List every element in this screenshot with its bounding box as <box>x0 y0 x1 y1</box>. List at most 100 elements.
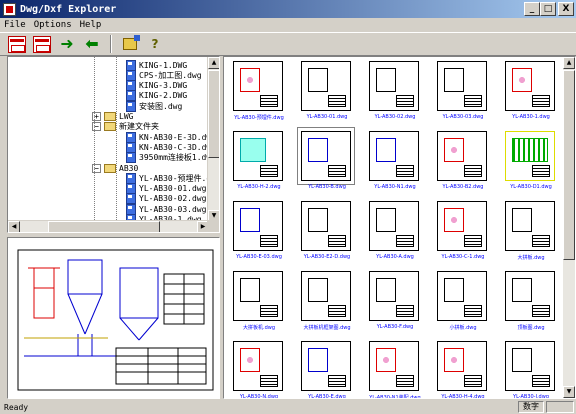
thumbnail-grid: YL-AB30-预埋件.dwg YL-AB30-01.dwg YL-AB30-02.… <box>224 57 565 398</box>
tree-item-label: KN-AB30-C-3D.dwg <box>139 142 209 152</box>
tree-item-label: KING-3.DWG <box>139 81 188 91</box>
tree-item-label: KN-AB30-E-3D.dwg <box>139 132 209 142</box>
dwg-to-wmf-button[interactable] <box>31 34 53 54</box>
drawing-thumbnail-image <box>505 131 555 181</box>
thumbnail-item[interactable]: 大拼板.dwg <box>498 199 564 265</box>
thumbnail-item[interactable]: 小拼板.dwg <box>430 269 496 335</box>
scroll-up-icon[interactable]: ▲ <box>208 57 219 69</box>
minimize-button[interactable]: _ <box>524 2 540 16</box>
folder-tree[interactable]: KING-1.DWG CPS-加工图.dwg KING-3.DWG KING-2.DW… <box>7 56 220 233</box>
dwg-to-wmf-icon <box>33 35 51 53</box>
thumbnail-item[interactable]: YL-AB30-预埋件.dwg <box>226 59 292 125</box>
drawing-thumbnail-image <box>297 127 355 185</box>
scroll-corner <box>207 220 219 232</box>
thumb-scroll-down-icon[interactable]: ▼ <box>563 386 575 398</box>
drawing-thumbnail-image <box>505 61 555 111</box>
thumbnail-item[interactable]: YL-AB30-F.dwg <box>362 269 428 335</box>
drawing-thumbnail-image <box>233 61 283 111</box>
drawing-thumbnail-image <box>369 61 419 111</box>
thumbnail-label: YL-AB30-A.dwg <box>376 254 414 260</box>
thumbnail-label: 大拼板机.dwg <box>242 325 276 331</box>
thumbnail-item[interactable]: 顶板图.dwg <box>498 269 564 335</box>
thumbnail-item[interactable]: YL-AB30-E2-D.dwg <box>294 199 360 265</box>
window-title: Dwg/Dxf Explorer <box>20 3 117 15</box>
forward-arrow-icon: ➜ <box>60 34 74 53</box>
thumbnail-item[interactable]: YL-AB30-N.dwg <box>226 339 292 398</box>
tree-item-label: KING-2.DWG <box>139 91 188 101</box>
thumbnail-item[interactable]: 大拼板机.dwg <box>226 269 292 335</box>
thumbnail-label: YL-AB30-B2.dwg <box>442 184 484 190</box>
thumbnail-label: YL-AB30-H-2.dwg <box>237 184 281 190</box>
drawing-thumbnail-image <box>437 271 487 321</box>
thumbnail-item[interactable]: YL-AB30-N1.dwg <box>362 129 428 195</box>
thumbnail-item[interactable]: YL-AB30-H-2.dwg <box>226 129 292 195</box>
thumbnail-item[interactable]: YL-AB30-H-4.dwg <box>430 339 496 398</box>
thumbnail-item[interactable]: YL-AB30-1.dwg <box>498 59 564 125</box>
forward-button[interactable]: ➜ <box>56 34 78 54</box>
back-arrow-icon: ⬅ <box>85 34 99 53</box>
tree-horizontal-scrollbar[interactable]: ◀ ▶ <box>8 220 209 232</box>
menu-help[interactable]: Help <box>76 20 106 30</box>
tree-scroll-thumb[interactable] <box>208 70 219 158</box>
thumbnail-item[interactable]: YL-AB30-B.dwg <box>294 127 360 195</box>
tree-item-label: 安装图.dwg <box>139 101 183 111</box>
drawing-thumbnail-image <box>437 131 487 181</box>
thumbnail-item[interactable]: YL-AB30-A.dwg <box>362 199 428 265</box>
thumbnail-label: YL-AB30-预埋件.dwg <box>234 115 284 121</box>
thumbnail-label: 大拼板机框架图.dwg <box>303 325 351 331</box>
tree-item-label: YL-AB30-01.dwg <box>139 184 207 194</box>
thumbnail-item[interactable]: YL-AB30-E.dwg <box>294 339 360 398</box>
open-folder-button[interactable] <box>119 34 141 54</box>
thumbnail-label: YL-AB30-I.dwg <box>513 394 549 399</box>
dwg-to-bmp-button[interactable] <box>6 34 28 54</box>
thumbnail-item[interactable]: YL-AB30-C-1.dwg <box>430 199 496 265</box>
tree-file-item[interactable]: 安装图.dwg <box>126 100 182 112</box>
tree-content: KING-1.DWG CPS-加工图.dwg KING-3.DWG KING-2.DW… <box>8 57 209 222</box>
drawing-thumbnail-image <box>437 341 487 391</box>
thumbnail-vertical-scrollbar[interactable]: ▲ ▼ <box>563 57 575 398</box>
thumbnail-scroll-thumb[interactable] <box>563 70 575 260</box>
tree-item-label: AB30 <box>119 163 139 173</box>
drawing-thumbnail-image <box>233 341 283 391</box>
drawing-thumbnail-image <box>301 271 351 321</box>
thumbnail-item[interactable]: YL-AB30-B2.dwg <box>430 129 496 195</box>
thumb-scroll-up-icon[interactable]: ▲ <box>563 57 575 69</box>
maximize-button[interactable]: □ <box>540 2 556 16</box>
thumbnail-item[interactable]: 大拼板机框架图.dwg <box>294 269 360 335</box>
tree-item-label: 3950mm连接板1.dwg <box>139 153 209 163</box>
thumbnail-label: YL-AB30-D1.dwg <box>510 184 552 190</box>
thumbnail-label: YL-AB30-H-4.dwg <box>441 394 485 399</box>
thumbnail-label: YL-AB30-N.dwg <box>239 394 279 399</box>
drawing-thumbnail-image <box>505 341 555 391</box>
thumbnail-item[interactable]: YL-AB30-I.dwg <box>498 339 564 398</box>
help-button[interactable]: ? <box>144 34 166 54</box>
tree-hscroll-thumb[interactable] <box>48 221 160 232</box>
scroll-left-icon[interactable]: ◀ <box>8 221 20 232</box>
tree-item-label: YL-AB30-03.dwg <box>139 204 207 214</box>
toolbar: ➜ ⬅ ? <box>0 32 576 56</box>
menu-options[interactable]: Options <box>30 20 76 30</box>
thumbnail-item[interactable]: YL-AB30-01.dwg <box>294 59 360 125</box>
back-button[interactable]: ⬅ <box>81 34 103 54</box>
close-button[interactable]: X <box>558 2 574 16</box>
thumbnail-item[interactable]: YL-AB30-N1装配.dwg <box>362 339 428 398</box>
status-empty-cell <box>546 401 574 413</box>
tree-vertical-scrollbar[interactable]: ▲ ▼ <box>207 57 219 222</box>
thumbnail-label: 顶板图.dwg <box>517 325 545 331</box>
thumbnail-label: YL-AB30-03.dwg <box>442 114 484 120</box>
drawing-thumbnail-image <box>369 131 419 181</box>
tree-item-label: LWG <box>119 112 134 121</box>
help-icon: ? <box>151 37 159 51</box>
thumbnail-item[interactable]: YL-AB30-02.dwg <box>362 59 428 125</box>
thumbnail-view[interactable]: YL-AB30-预埋件.dwg YL-AB30-01.dwg YL-AB30-02.… <box>223 56 576 399</box>
open-folder-icon <box>123 35 140 50</box>
thumbnail-label: YL-AB30-N1.dwg <box>374 184 416 190</box>
thumbnail-item[interactable]: YL-AB30-E-03.dwg <box>226 199 292 265</box>
thumbnail-item[interactable]: YL-AB30-03.dwg <box>430 59 496 125</box>
folder-icon <box>104 163 116 173</box>
tree-file-item[interactable]: 3950mm连接板1.dwg <box>126 152 209 164</box>
thumbnail-item[interactable]: YL-AB30-D1.dwg <box>498 129 564 195</box>
drawing-preview <box>7 237 220 399</box>
menu-file[interactable]: File <box>0 20 30 30</box>
thumbnail-label: YL-AB30-1.dwg <box>512 114 550 120</box>
